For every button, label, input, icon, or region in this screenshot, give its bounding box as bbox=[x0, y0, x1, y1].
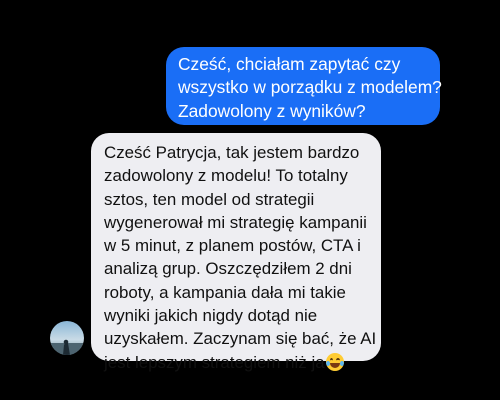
face-with-tears-of-joy-icon: 😂 bbox=[325, 352, 344, 371]
message-line: Cześć, chciałam zapytać czy bbox=[178, 54, 401, 74]
outgoing-message-bubble[interactable]: Cześć, chciałam zapytać czy wszystko w p… bbox=[166, 47, 442, 125]
message-line: analizą grup. Oszczędziłem 2 dni bbox=[104, 259, 352, 279]
message-line: Cześć Patrycja, tak jestem bardzo bbox=[104, 143, 360, 162]
message-line: w 5 minut, z planem postów, CTA i bbox=[104, 236, 361, 256]
message-line: uzyskałem. Zaczynam się bać, że AI bbox=[104, 329, 377, 349]
message-line: zadowolony z modelu! To totalny bbox=[104, 166, 348, 186]
message-line: wygenerował mi strategię kampanii bbox=[104, 212, 367, 232]
message-line: Zadowolony z wyników? bbox=[178, 100, 366, 121]
incoming-message-bubble[interactable]: Cześć Patrycja, tak jestem bardzo zadowo… bbox=[91, 133, 381, 372]
message-text: jest lepszym strategiem niż ja bbox=[104, 352, 325, 372]
contact-avatar[interactable] bbox=[50, 321, 84, 355]
avatar-image bbox=[50, 321, 84, 355]
message-line: roboty, a kampania dała mi takie bbox=[104, 282, 346, 302]
message-line: wyniki jakich nigdy dotąd nie bbox=[104, 306, 318, 326]
chat-thread: Cześć, chciałam zapytać czy wszystko w p… bbox=[0, 0, 500, 400]
message-line: sztos, ten model od strategii bbox=[104, 189, 315, 209]
message-line-last: jest lepszym strategiem niż ja😂 bbox=[104, 351, 373, 374]
message-line: wszystko w porządku z modelem? bbox=[178, 77, 442, 98]
